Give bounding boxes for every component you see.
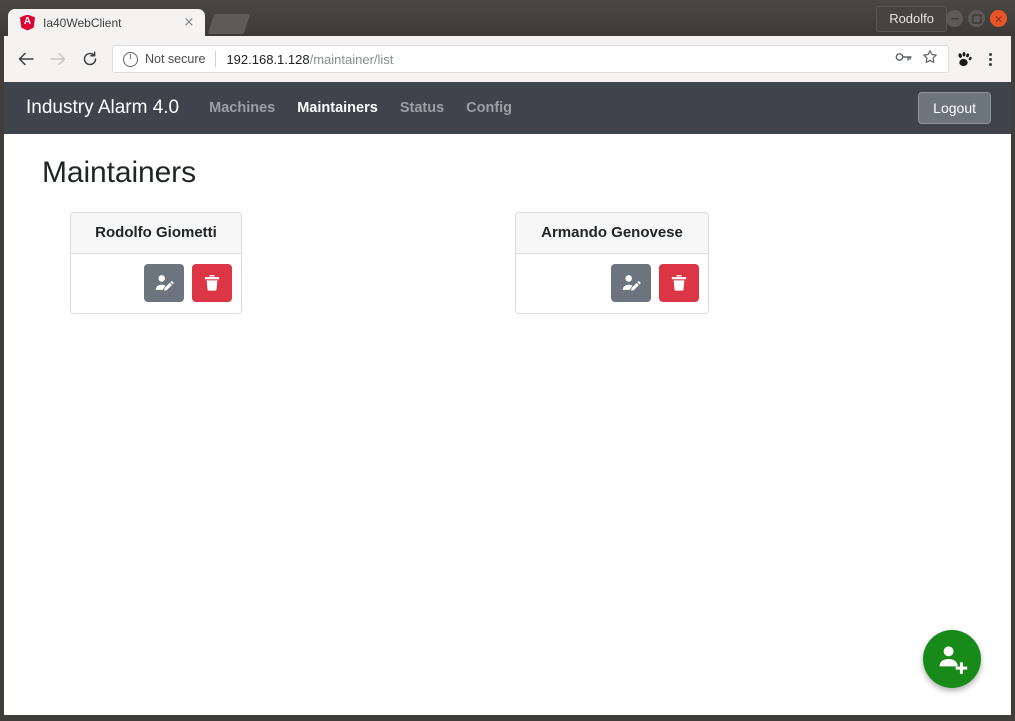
maintainer-card-slot: Armando Genovese [498, 212, 726, 314]
trash-icon [671, 275, 687, 291]
nav-item-config[interactable]: Config [466, 100, 512, 116]
forward-icon [44, 45, 72, 73]
nav-item-status[interactable]: Status [400, 100, 444, 116]
nav-item-machines[interactable]: Machines [209, 100, 275, 116]
maintainer-name: Armando Genovese [516, 213, 708, 254]
page-viewport: Industry Alarm 4.0 Machines Maintainers … [4, 82, 1011, 715]
edit-maintainer-button[interactable] [144, 264, 184, 302]
add-maintainer-fab[interactable] [923, 630, 981, 688]
back-icon[interactable] [12, 45, 40, 73]
url-path: /maintainer/list [309, 51, 394, 67]
delete-maintainer-button[interactable] [192, 264, 232, 302]
browser-toolbar: Not secure 192.168.1.128/maintainer/list [4, 36, 1011, 82]
info-icon [123, 51, 138, 67]
reload-icon[interactable] [76, 45, 104, 73]
person-edit-icon [622, 275, 641, 291]
page-title: Maintainers [42, 156, 196, 189]
trash-icon [204, 275, 220, 291]
title-bar: Ia40WebClient × Rodolfo × [0, 0, 1015, 36]
person-edit-icon [155, 275, 174, 291]
maintainer-card: Armando Genovese [515, 212, 709, 314]
delete-maintainer-button[interactable] [659, 264, 699, 302]
tab-strip: Ia40WebClient × [8, 9, 251, 36]
maintainer-card: Rodolfo Giometti [70, 212, 242, 314]
nav-item-maintainers[interactable]: Maintainers [297, 100, 378, 116]
url-host: 192.168.1.128 [226, 51, 310, 67]
gnome-extension-icon[interactable] [951, 45, 977, 73]
omnibox-divider [215, 51, 217, 67]
chrome-menu-icon[interactable] [977, 45, 1003, 73]
url-text: 192.168.1.128/maintainer/list [226, 52, 393, 67]
maximize-button[interactable] [968, 10, 985, 27]
app-brand[interactable]: Industry Alarm 4.0 [26, 97, 179, 119]
close-window-button[interactable]: × [990, 10, 1007, 27]
address-bar[interactable]: Not secure 192.168.1.128/maintainer/list [112, 45, 949, 73]
person-add-icon [939, 646, 968, 674]
omnibox-actions [895, 49, 942, 70]
app-navbar: Industry Alarm 4.0 Machines Maintainers … [4, 82, 1011, 134]
bookmark-star-icon[interactable] [922, 49, 938, 70]
minimize-button[interactable] [946, 10, 963, 27]
maintainer-card-actions [516, 254, 708, 313]
window-controls: × [946, 10, 1007, 27]
page-content: Maintainers Rodolfo Giometti Armando Gen… [4, 134, 1011, 314]
angular-icon [20, 14, 35, 31]
security-status: Not secure [145, 52, 206, 66]
browser-window: Ia40WebClient × Rodolfo × Not se [0, 0, 1015, 721]
logout-button[interactable]: Logout [918, 92, 991, 124]
key-icon[interactable] [895, 50, 912, 69]
new-tab-button[interactable] [207, 14, 251, 34]
tab-close-icon[interactable]: × [181, 15, 197, 30]
maintainer-card-list: Rodolfo Giometti Armando Genovese [42, 212, 973, 314]
maintainer-name: Rodolfo Giometti [71, 213, 241, 254]
profile-button[interactable]: Rodolfo [876, 6, 947, 32]
browser-tab[interactable]: Ia40WebClient × [8, 9, 205, 36]
tab-title: Ia40WebClient [43, 15, 122, 30]
maintainer-card-slot: Rodolfo Giometti [42, 212, 270, 314]
edit-maintainer-button[interactable] [611, 264, 651, 302]
maintainer-card-actions [71, 254, 241, 313]
app-nav-links: Machines Maintainers Status Config [209, 100, 512, 116]
menu-dots [988, 52, 992, 66]
